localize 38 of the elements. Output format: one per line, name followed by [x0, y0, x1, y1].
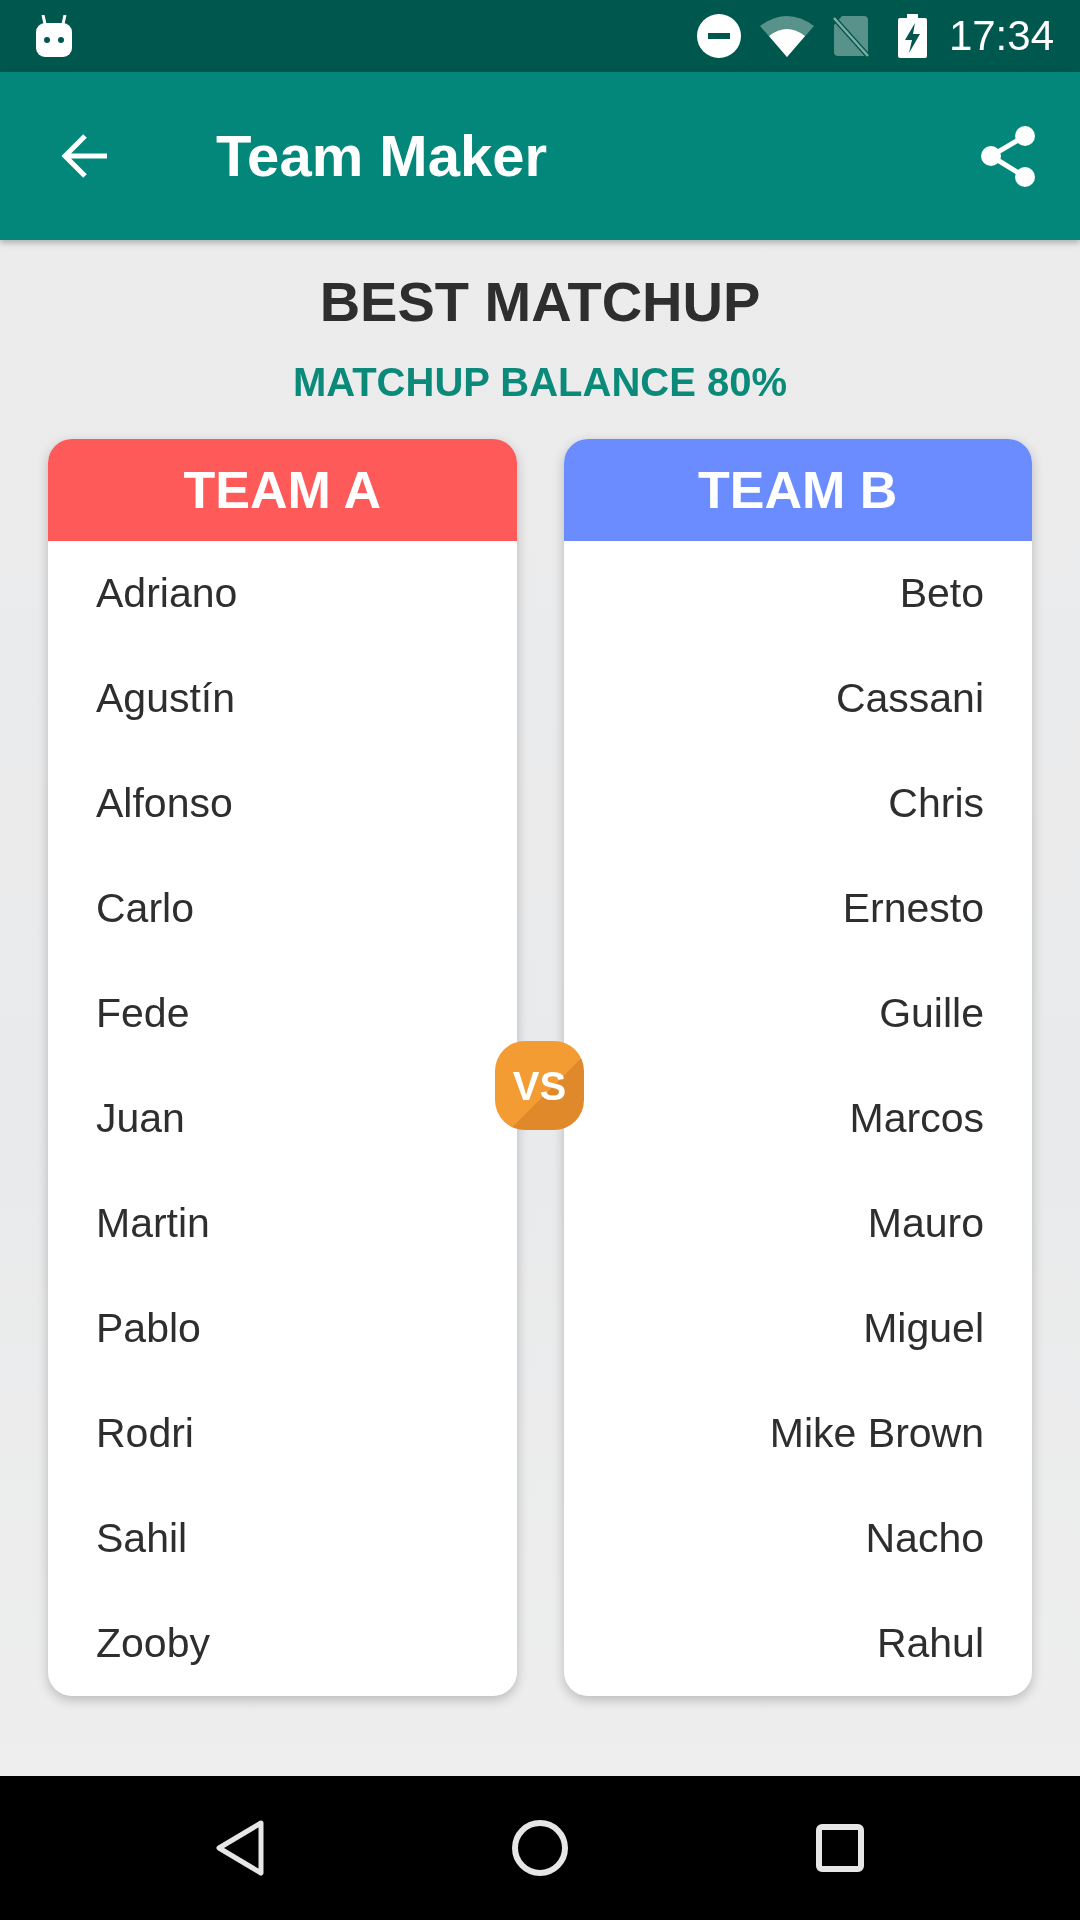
player-name: Rahul — [876, 1623, 984, 1664]
player-name: Sahil — [96, 1518, 188, 1559]
player-name: Ernesto — [842, 888, 984, 929]
home-icon[interactable] — [512, 1820, 568, 1876]
player-name: Mike Brown — [769, 1413, 984, 1454]
player-name: Mauro — [867, 1203, 984, 1244]
player-name: Cassani — [835, 678, 984, 719]
vs-badge: VS — [495, 1041, 584, 1130]
player-name: Chris — [888, 783, 984, 824]
battery-charging-icon — [897, 14, 927, 58]
player-name: Marcos — [849, 1098, 984, 1139]
player-name: Nacho — [865, 1518, 984, 1559]
player-name: Martin — [96, 1203, 210, 1244]
player-name: Adriano — [96, 573, 238, 614]
player-name: Miguel — [863, 1308, 984, 1349]
status-time: 17:34 — [948, 15, 1054, 57]
player-name: Zooby — [96, 1623, 210, 1664]
player-name: Carlo — [96, 888, 194, 929]
player-name: Juan — [96, 1098, 185, 1139]
back-icon[interactable] — [216, 1820, 264, 1876]
share-icon[interactable] — [981, 125, 1035, 187]
player-name: Guille — [879, 993, 984, 1034]
player-name: Rodri — [96, 1413, 194, 1454]
player-name: Pablo — [96, 1308, 201, 1349]
recents-icon[interactable] — [816, 1824, 864, 1872]
robot-icon — [36, 15, 72, 57]
team-header: TEAM B — [563, 439, 1032, 541]
team-header: TEAM A — [48, 439, 517, 541]
matchup-balance: MATCHUP BALANCE 80% — [292, 359, 788, 406]
player-name: Alfonso — [96, 783, 233, 824]
do-not-disturb-icon — [696, 14, 741, 58]
wifi-icon — [759, 15, 814, 57]
player-name: Agustín — [96, 678, 236, 719]
matchup-title: BEST MATCHUP — [319, 270, 761, 334]
app-title: Team Maker — [216, 127, 547, 185]
sim-off-icon — [831, 14, 870, 58]
player-name: Beto — [899, 573, 984, 614]
player-name: Fede — [96, 993, 190, 1034]
